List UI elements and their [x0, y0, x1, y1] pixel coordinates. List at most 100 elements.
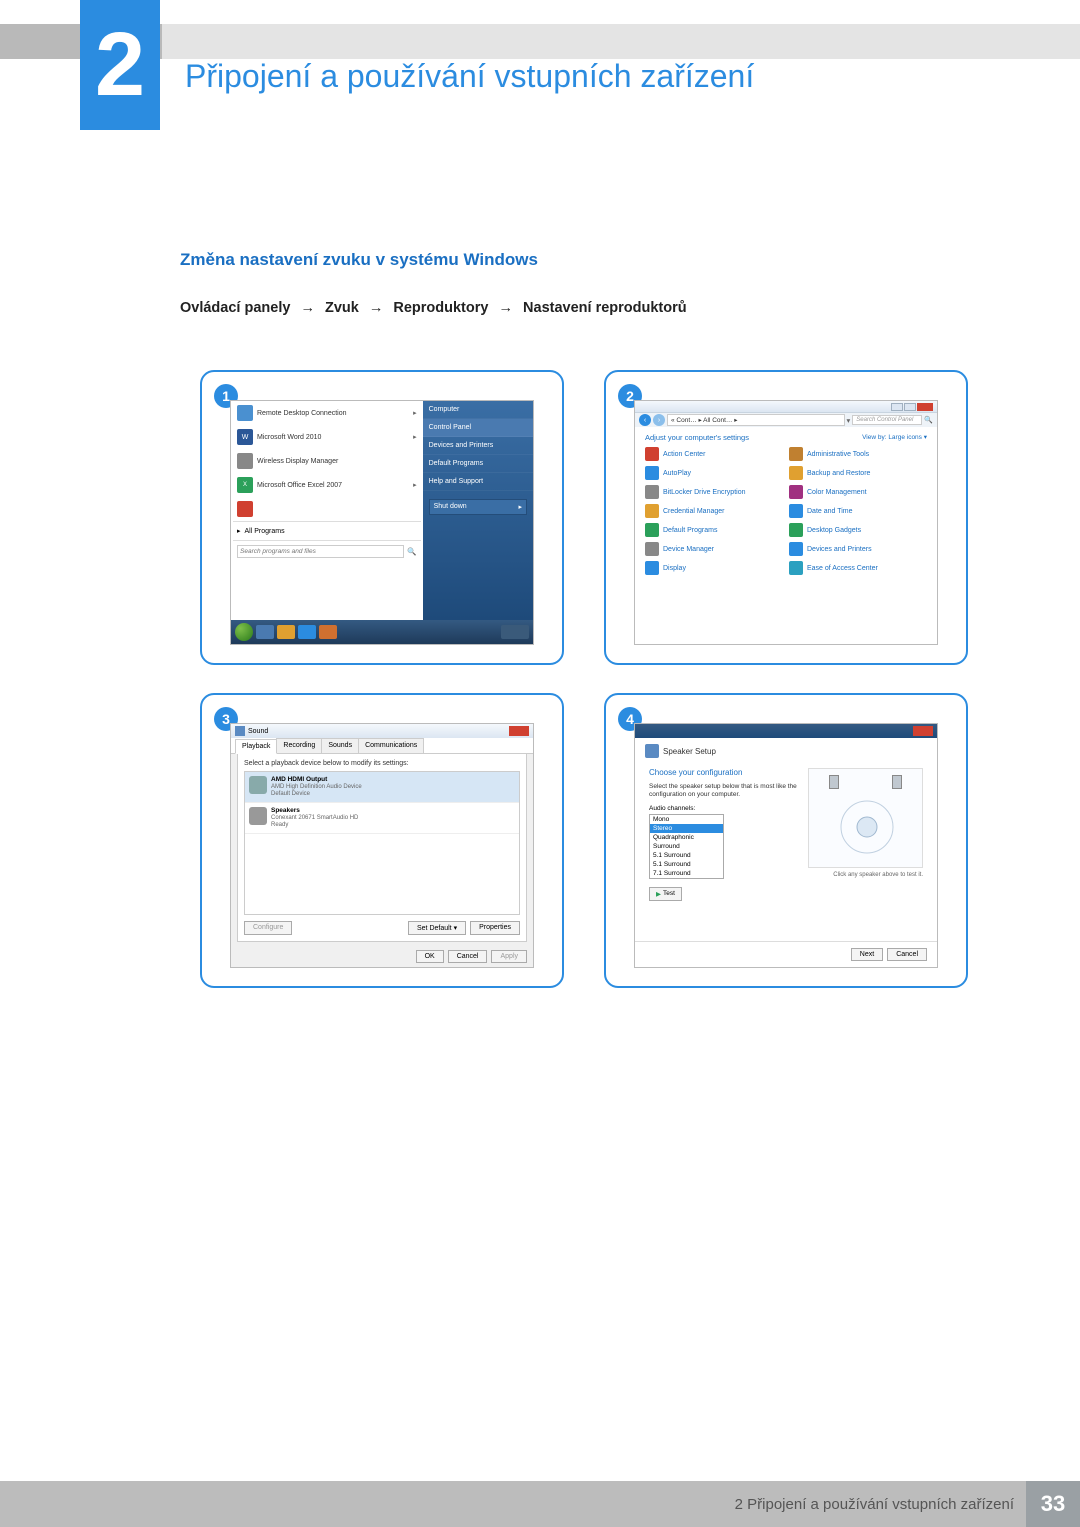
control-panel-item[interactable]: Credential Manager — [645, 503, 783, 519]
search-input[interactable] — [237, 545, 404, 558]
program-icon — [237, 501, 253, 517]
close-button[interactable] — [917, 403, 933, 411]
apply-button[interactable]: Apply — [491, 950, 527, 963]
cancel-button[interactable]: Cancel — [448, 950, 488, 963]
start-right-item[interactable]: Computer — [423, 401, 533, 419]
audio-channels-listbox[interactable]: MonoStereoQuadraphonicSurround5.1 Surrou… — [649, 814, 724, 879]
start-right-item[interactable]: Help and Support — [423, 473, 533, 491]
start-menu-item[interactable]: Wireless Display Manager — [233, 449, 421, 473]
tab-playback[interactable]: Playback — [235, 739, 277, 754]
window-titlebar — [635, 401, 937, 413]
speaker-layout-diagram — [808, 768, 923, 868]
shutdown-button[interactable]: Shut down▸ — [429, 499, 527, 515]
search-icon: 🔍 — [407, 547, 416, 556]
path-item: Ovládací panely — [180, 300, 290, 316]
close-button[interactable] — [913, 726, 933, 736]
ok-button[interactable]: OK — [416, 950, 444, 963]
audio-channel-option[interactable]: 7.1 Surround — [650, 869, 723, 878]
start-orb-icon[interactable] — [235, 623, 253, 641]
control-panel-item[interactable]: AutoPlay — [645, 465, 783, 481]
next-button[interactable]: Next — [851, 948, 883, 961]
navigation-path: Ovládací panely → Zvuk → Reproduktory → … — [180, 300, 687, 316]
applet-icon — [789, 466, 803, 480]
control-panel-screenshot: ‹ › « Cont… ▸ All Cont… ▸ ▾ Search Contr… — [634, 400, 938, 645]
program-icon — [237, 405, 253, 421]
all-programs-button[interactable]: ▸All Programs — [233, 521, 421, 540]
playback-device[interactable]: AMD HDMI Output AMD High Definition Audi… — [245, 772, 519, 803]
applet-icon — [789, 542, 803, 556]
audio-channel-option[interactable]: Quadraphonic — [650, 833, 723, 842]
start-menu-item[interactable] — [233, 497, 421, 521]
control-panel-item[interactable]: Display — [645, 560, 783, 576]
audio-channel-option[interactable]: 5.1 Surround — [650, 860, 723, 869]
screenshot-grid: 1 Remote Desktop Connection▸ WMicrosoft … — [200, 370, 968, 988]
chapter-number: 2 — [80, 0, 160, 130]
audio-channels-label: Audio channels: — [649, 805, 798, 812]
chevron-right-icon: ▸ — [518, 503, 522, 511]
taskbar-icon[interactable] — [319, 625, 337, 639]
control-panel-item[interactable]: Desktop Gadgets — [789, 522, 927, 538]
start-menu-item[interactable]: Remote Desktop Connection▸ — [233, 401, 421, 425]
panel-control-panel: 2 ‹ › « Cont… ▸ All Cont… ▸ ▾ Search Con… — [604, 370, 968, 665]
hint-text: Click any speaker above to test it. — [808, 872, 923, 878]
applet-icon — [789, 561, 803, 575]
start-right-item[interactable]: Default Programs — [423, 455, 533, 473]
control-panel-item[interactable]: Backup and Restore — [789, 465, 927, 481]
control-panel-item[interactable]: BitLocker Drive Encryption — [645, 484, 783, 500]
search-input[interactable]: Search Control Panel — [852, 415, 922, 425]
audio-channel-option[interactable]: Mono — [650, 815, 723, 824]
sound-dialog-screenshot: Sound Playback Recording Sounds Communic… — [230, 723, 534, 968]
start-menu-item[interactable]: XMicrosoft Office Excel 2007▸ — [233, 473, 421, 497]
page-number: 33 — [1026, 1481, 1080, 1527]
start-right-item[interactable]: Devices and Printers — [423, 437, 533, 455]
tabs: Playback Recording Sounds Communications — [231, 738, 533, 754]
control-panel-item[interactable]: Color Management — [789, 484, 927, 500]
test-button[interactable]: ▶Test — [649, 887, 682, 901]
control-panel-item[interactable]: Date and Time — [789, 503, 927, 519]
search-icon: 🔍 — [924, 416, 933, 424]
tab-recording[interactable]: Recording — [276, 738, 322, 753]
taskbar-icon[interactable] — [277, 625, 295, 639]
panel-speaker-setup: 4 Speaker Setup Choose your configuratio… — [604, 693, 968, 988]
tab-sounds[interactable]: Sounds — [321, 738, 359, 753]
program-icon — [237, 453, 253, 469]
forward-button[interactable]: › — [653, 414, 665, 426]
start-menu-item[interactable]: WMicrosoft Word 2010▸ — [233, 425, 421, 449]
back-button[interactable]: ‹ — [639, 414, 651, 426]
audio-channel-option[interactable]: Surround — [650, 842, 723, 851]
start-right-item-control-panel[interactable]: Control Panel — [423, 419, 533, 437]
properties-button[interactable]: Properties — [470, 921, 520, 935]
control-panel-item[interactable]: Action Center — [645, 446, 783, 462]
excel-icon: X — [237, 477, 253, 493]
set-default-button[interactable]: Set Default ▾ — [408, 921, 466, 935]
playback-device[interactable]: Speakers Conexant 20671 SmartAudio HD Re… — [245, 803, 519, 834]
arrow-icon: → — [499, 300, 514, 316]
top-margin — [0, 0, 1080, 24]
audio-channel-option[interactable]: 5.1 Surround — [650, 851, 723, 860]
close-button[interactable] — [509, 726, 529, 736]
breadcrumb-path[interactable]: « Cont… ▸ All Cont… ▸ — [667, 414, 845, 426]
chapter-header-strip — [0, 24, 1080, 59]
path-item: Nastavení reproduktorů — [523, 300, 687, 316]
cancel-button[interactable]: Cancel — [887, 948, 927, 961]
minimize-button[interactable] — [891, 403, 903, 411]
control-panel-item[interactable]: Device Manager — [645, 541, 783, 557]
applet-icon — [645, 542, 659, 556]
control-panel-item[interactable]: Administrative Tools — [789, 446, 927, 462]
control-panel-item[interactable]: Default Programs — [645, 522, 783, 538]
control-panel-item[interactable]: Ease of Access Center — [789, 560, 927, 576]
configure-button[interactable]: Configure — [244, 921, 292, 935]
speakers-icon — [249, 807, 267, 825]
applet-icon — [645, 504, 659, 518]
control-panel-item[interactable]: Devices and Printers — [789, 541, 927, 557]
view-by-dropdown[interactable]: View by: Large icons ▾ — [862, 433, 927, 441]
taskbar-tray[interactable] — [501, 625, 529, 639]
wizard-header: Speaker Setup — [635, 738, 937, 764]
audio-channel-option[interactable]: Stereo — [650, 824, 723, 833]
taskbar-icon[interactable] — [256, 625, 274, 639]
search-box[interactable]: 🔍 — [233, 540, 421, 562]
taskbar-icon[interactable] — [298, 625, 316, 639]
maximize-button[interactable] — [904, 403, 916, 411]
word-icon: W — [237, 429, 253, 445]
tab-communications[interactable]: Communications — [358, 738, 424, 753]
